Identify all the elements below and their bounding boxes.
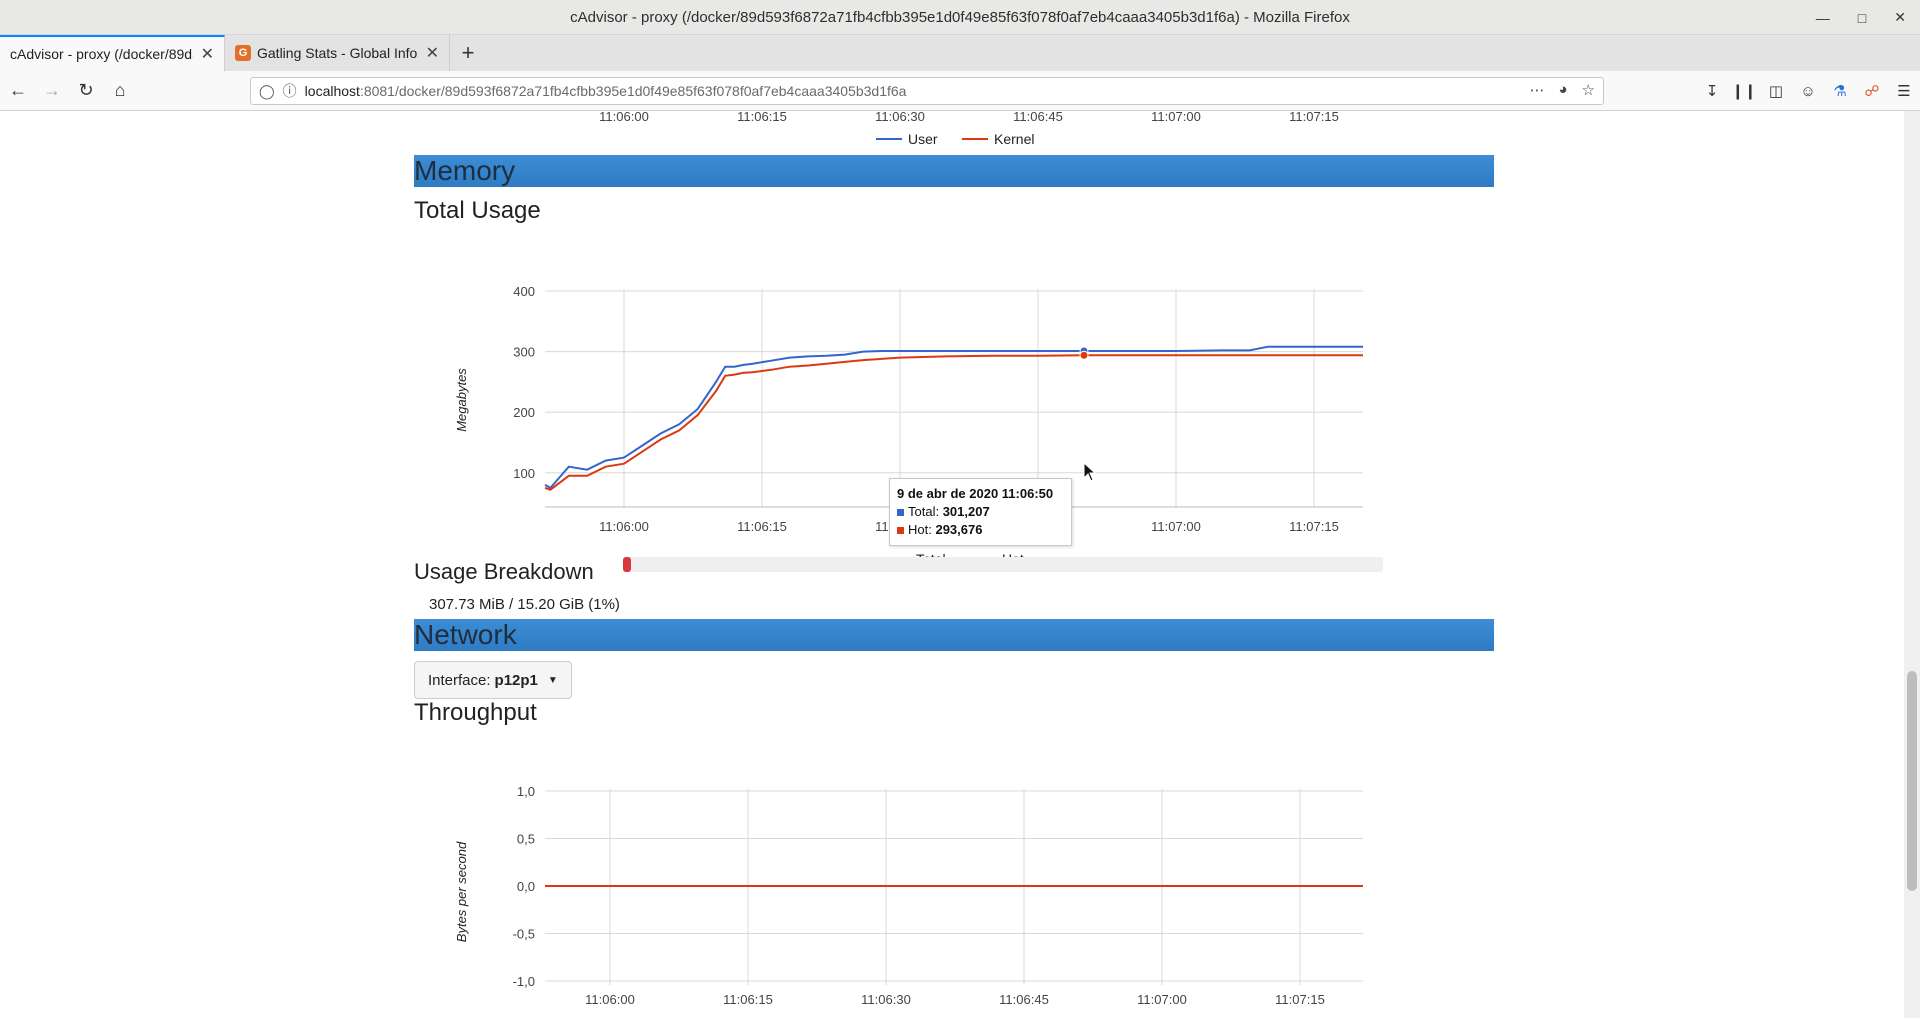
mouse-cursor-icon bbox=[1083, 462, 1097, 482]
account-icon[interactable]: ☺ bbox=[1798, 75, 1818, 107]
maximize-icon[interactable]: □ bbox=[1858, 10, 1866, 26]
bookmark-star-icon[interactable]: ☆ bbox=[1582, 81, 1595, 99]
tooltip-total-value: 301,207 bbox=[942, 504, 990, 519]
tab-close-icon[interactable]: ✕ bbox=[201, 44, 214, 64]
legend-label: Kernel bbox=[994, 131, 1034, 147]
y-tick-label: 300 bbox=[513, 345, 535, 360]
x-tick-label: 11:06:00 bbox=[585, 992, 635, 1007]
minimize-icon[interactable]: — bbox=[1816, 10, 1830, 26]
site-info-icon[interactable]: ⓘ bbox=[283, 81, 297, 101]
y-axis-title: Bytes per second bbox=[454, 841, 469, 942]
interface-dropdown[interactable]: Interface: p12p1 ▼ bbox=[414, 661, 572, 699]
extension-flask-icon[interactable]: ⚗ bbox=[1830, 75, 1850, 107]
memory-usage-progress-bar bbox=[623, 557, 1383, 572]
navigation-toolbar: ← → ↻ ⌂ ◯ ⓘ localhost:8081/docker/89d593… bbox=[0, 71, 1920, 111]
x-tick-label: 11:06:45 bbox=[1013, 111, 1063, 124]
x-tick-label: 11:06:00 bbox=[599, 519, 649, 534]
tab-cadvisor[interactable]: cAdvisor - proxy (/docker/89d593f6872a71… bbox=[0, 35, 225, 71]
forward-arrow-icon[interactable]: → bbox=[36, 75, 68, 107]
y-tick-label: 1,0 bbox=[517, 784, 535, 799]
x-tick-label: 11:07:15 bbox=[1289, 519, 1339, 534]
x-tick-label: 11:07:15 bbox=[1289, 111, 1339, 124]
interface-value: p12p1 bbox=[494, 671, 538, 689]
x-tick-label: 11:07:00 bbox=[1137, 992, 1187, 1007]
tooltip-date: 9 de abr de 2020 11:06:50 bbox=[897, 486, 1054, 501]
x-tick-label: 11:06:00 bbox=[599, 111, 649, 124]
x-tick-label: 11:06:15 bbox=[737, 111, 787, 124]
usage-breakdown-title: Usage Breakdown bbox=[414, 559, 594, 584]
toolbar-right: ↧ ❙❙ ◫ ☺ ⚗ ☍ ☰ bbox=[1702, 75, 1914, 107]
window-controls: — □ ✕ bbox=[1816, 0, 1906, 35]
y-axis-title: Megabytes bbox=[454, 368, 469, 432]
window-title: cAdvisor - proxy (/docker/89d593f6872a71… bbox=[570, 8, 1350, 26]
x-tick-label: 11:06:30 bbox=[875, 111, 925, 124]
y-tick-label: 200 bbox=[513, 405, 535, 420]
home-icon[interactable]: ⌂ bbox=[104, 75, 136, 107]
caret-down-icon: ▼ bbox=[547, 674, 558, 686]
url-bar[interactable]: ◯ ⓘ localhost:8081/docker/89d593f6872a71… bbox=[250, 77, 1604, 105]
back-arrow-icon[interactable]: ← bbox=[2, 75, 34, 107]
memory-usage-progress-fill bbox=[623, 557, 631, 572]
interface-label: Interface: bbox=[428, 671, 491, 689]
x-tick-label: 11:06:30 bbox=[861, 992, 911, 1007]
tracking-shield-icon[interactable]: ◯ bbox=[259, 83, 275, 100]
series-line-hot bbox=[544, 354, 1363, 491]
pocket-icon[interactable]: ◕ bbox=[1558, 81, 1567, 99]
y-tick-label: 0,5 bbox=[517, 832, 535, 847]
scrollbar-thumb[interactable] bbox=[1907, 671, 1917, 891]
total-usage-title: Total Usage bbox=[414, 197, 541, 224]
series-line-total bbox=[544, 345, 1363, 490]
memory-usage-text: 307.73 MiB / 15.20 GiB (1%) bbox=[429, 596, 620, 613]
memory-section-header: Memory bbox=[414, 155, 1494, 187]
y-tick-label: 400 bbox=[513, 284, 535, 299]
library-icon[interactable]: ❙❙ bbox=[1731, 75, 1756, 107]
tooltip-total-label: Total: bbox=[908, 504, 940, 519]
tab-gatling[interactable]: G Gatling Stats - Global Information ✕ bbox=[225, 35, 450, 71]
new-tab-plus-icon[interactable]: + bbox=[450, 35, 486, 71]
x-tick-label: 11:07:15 bbox=[1275, 992, 1325, 1007]
throughput-title: Throughput bbox=[414, 699, 537, 726]
sidebar-icon[interactable]: ◫ bbox=[1766, 75, 1786, 107]
tab-label: Gatling Stats - Global Information bbox=[257, 45, 418, 61]
tooltip-total-row: Total: 301,207 bbox=[897, 503, 1064, 521]
chart-tooltip: 9 de abr de 2020 11:06:50 Total: 301,207… bbox=[889, 478, 1072, 546]
downloads-icon[interactable]: ↧ bbox=[1702, 75, 1722, 107]
page-scrollbar[interactable] bbox=[1904, 111, 1920, 1018]
url-host: localhost bbox=[304, 83, 360, 99]
url-path: :8081/docker/89d593f6872a71fb4cfbb395e1d… bbox=[359, 83, 907, 99]
gatling-favicon-icon: G bbox=[235, 45, 251, 61]
x-tick-label: 11:06:15 bbox=[723, 992, 773, 1007]
page-content: 11:06:00 11:06:15 11:06:30 11:06:45 11:07:00… bbox=[0, 111, 1904, 1018]
window-titlebar: cAdvisor - proxy (/docker/89d593f6872a71… bbox=[0, 0, 1920, 35]
url-actions: ⋯ ◕ ☆ bbox=[1529, 81, 1595, 99]
tab-label: cAdvisor - proxy (/docker/89d593f6872a71… bbox=[10, 46, 193, 62]
y-tick-label: -0,5 bbox=[513, 927, 535, 942]
tab-strip: cAdvisor - proxy (/docker/89d593f6872a71… bbox=[0, 35, 1920, 71]
x-tick-label: 11:06:45 bbox=[999, 992, 1049, 1007]
tooltip-hot-row: Hot: 293,676 bbox=[897, 521, 1064, 539]
close-window-icon[interactable]: ✕ bbox=[1894, 9, 1906, 26]
page-actions-icon[interactable]: ⋯ bbox=[1529, 81, 1544, 99]
network-section-header: Network bbox=[414, 619, 1494, 651]
network-throughput-chart: 1,0 0,5 0,0 -0,5 -1,0 11:06:00 11:06:15 11:06:3… bbox=[454, 784, 1363, 1007]
extension-network-icon[interactable]: ☍ bbox=[1862, 75, 1882, 107]
tab-close-icon[interactable]: ✕ bbox=[426, 43, 439, 63]
tooltip-hot-label: Hot: bbox=[908, 522, 932, 537]
hamburger-menu-icon[interactable]: ☰ bbox=[1894, 75, 1914, 107]
y-tick-label: -1,0 bbox=[513, 974, 535, 989]
y-tick-label: 100 bbox=[513, 466, 535, 481]
x-tick-label: 11:07:00 bbox=[1151, 111, 1201, 124]
cpu-usage-chart-partial: 11:06:00 11:06:15 11:06:30 11:06:45 11:07:00… bbox=[599, 111, 1339, 147]
reload-icon[interactable]: ↻ bbox=[70, 75, 102, 107]
legend-label: User bbox=[908, 131, 938, 147]
y-tick-label: 0,0 bbox=[517, 879, 535, 894]
x-tick-label: 11:06:15 bbox=[737, 519, 787, 534]
x-tick-label: 11:07:00 bbox=[1151, 519, 1201, 534]
tooltip-hot-value: 293,676 bbox=[935, 522, 983, 537]
hover-point bbox=[1079, 350, 1089, 360]
